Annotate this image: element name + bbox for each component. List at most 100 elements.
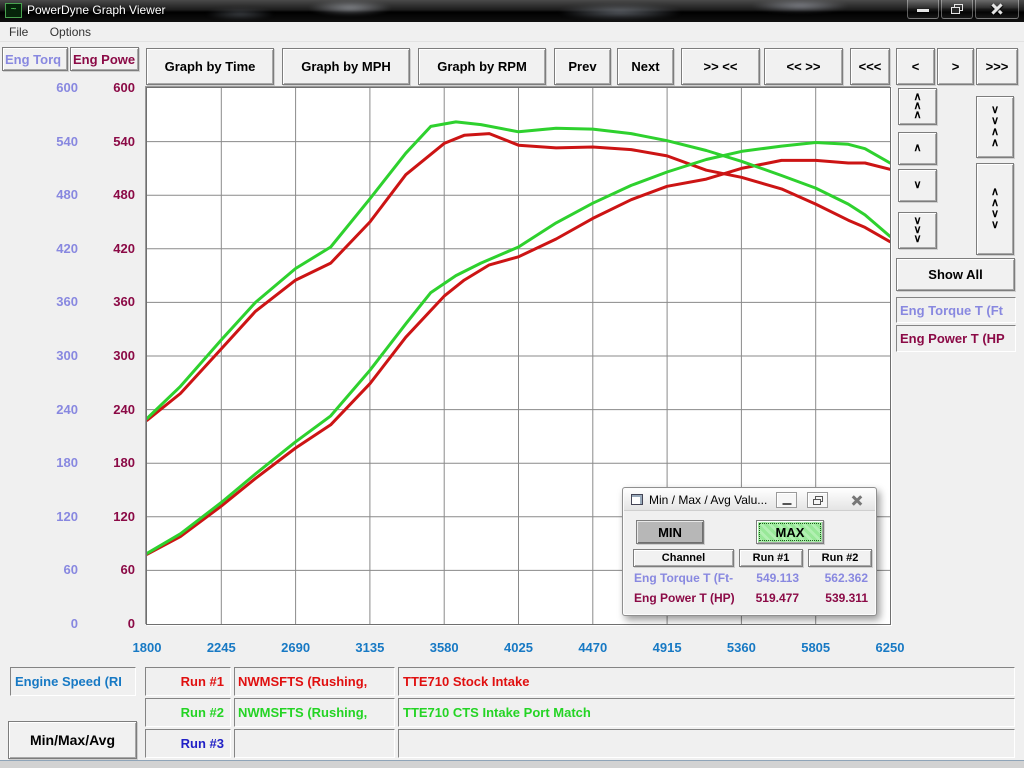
powerdyne-graph-viewer-window: ~ PowerDyne Graph Viewer File Options En…	[0, 0, 1024, 768]
minimize-icon	[782, 503, 791, 505]
run3-description[interactable]	[398, 729, 1015, 758]
y-axis-tick-power: 0	[93, 616, 135, 632]
scroll-up-button[interactable]: ∧	[898, 132, 937, 165]
min-toggle-button[interactable]: MIN	[636, 520, 704, 544]
y-axis-tick-torque: 180	[28, 455, 78, 471]
x-axis-tick-rpm: 5360	[709, 640, 773, 655]
y-axis-tick-power: 360	[93, 294, 135, 310]
y-axis-tick-power: 240	[93, 402, 135, 418]
y-axis-tick-torque: 540	[28, 134, 78, 150]
run1-label: Run #1	[145, 667, 231, 696]
scroll-down-button[interactable]: ∨	[898, 169, 937, 202]
x-channel-label[interactable]: Engine Speed (RI	[10, 667, 136, 696]
restore-icon	[951, 4, 963, 14]
graph-by-rpm-button[interactable]: Graph by RPM	[418, 48, 546, 85]
graph-by-time-button[interactable]: Graph by Time	[146, 48, 274, 85]
run1-description[interactable]: TTE710 Stock Intake	[398, 667, 1015, 696]
legend-torque-channel[interactable]: Eng Torque T (Ft	[896, 297, 1016, 323]
legend-power-channel[interactable]: Eng Power T (HP	[896, 325, 1016, 352]
run1-file[interactable]: NWMSFTS (Rushing,	[234, 667, 395, 696]
compress-vertical-button[interactable]: ∨ ∨ ∧ ∧	[976, 96, 1014, 158]
x-axis-tick-rpm: 4915	[635, 640, 699, 655]
close-icon	[991, 3, 1004, 16]
run3-label: Run #3	[145, 729, 231, 758]
next-button[interactable]: Next	[617, 48, 674, 85]
x-axis-tick-rpm: 5805	[784, 640, 848, 655]
pan-far-right-button[interactable]: >>>	[976, 48, 1018, 85]
y-axis-tick-power: 300	[93, 348, 135, 364]
minimize-icon	[917, 9, 929, 12]
show-all-button[interactable]: Show All	[896, 258, 1015, 291]
pan-right-button[interactable]: >	[937, 48, 974, 85]
y-axis-tick-power: 480	[93, 187, 135, 203]
y-axis-tick-torque: 0	[28, 616, 78, 632]
title-bar[interactable]: ~ PowerDyne Graph Viewer	[0, 0, 1024, 22]
axis-button-torque[interactable]: Eng Torq	[2, 47, 68, 71]
close-button[interactable]	[975, 0, 1019, 19]
run2-file[interactable]: NWMSFTS (Rushing,	[234, 698, 395, 727]
minmax-title-bar[interactable]: Min / Max / Avg Valu...	[624, 489, 875, 511]
app-icon: ~	[5, 3, 22, 18]
power-max-run1: 519.477	[739, 591, 799, 605]
window-bottom-frame	[0, 760, 1024, 768]
restore-button[interactable]	[941, 0, 973, 19]
graph-by-mph-button[interactable]: Graph by MPH	[282, 48, 410, 85]
max-toggle-button[interactable]: MAX	[756, 520, 824, 544]
minmax-avg-button[interactable]: Min/Max/Avg	[8, 721, 137, 759]
x-axis-tick-rpm: 4025	[487, 640, 551, 655]
scroll-up-fast-button[interactable]: ∧ ∧ ∧	[898, 88, 937, 125]
y-axis-tick-torque: 60	[28, 562, 78, 578]
y-axis-tick-torque: 420	[28, 241, 78, 257]
minmax-minimize-button[interactable]	[776, 492, 797, 508]
menu-options[interactable]: Options	[41, 22, 100, 42]
x-axis-tick-rpm: 3580	[412, 640, 476, 655]
run2-description[interactable]: TTE710 CTS Intake Port Match	[398, 698, 1015, 727]
column-header-channel[interactable]: Channel	[633, 549, 734, 567]
run3-file[interactable]	[234, 729, 395, 758]
y-axis-tick-torque: 240	[28, 402, 78, 418]
x-axis-tick-rpm: 2245	[189, 640, 253, 655]
restore-icon	[813, 496, 823, 505]
torque-max-run2: 562.362	[808, 571, 868, 585]
minmax-window-icon	[631, 494, 643, 505]
axis-button-power[interactable]: Eng Powe	[70, 47, 139, 71]
window-title: PowerDyne Graph Viewer	[27, 3, 166, 17]
channel-name: Eng Torque T (Ft-	[634, 571, 738, 585]
channel-name: Eng Power T (HP)	[634, 591, 738, 605]
y-axis-tick-power: 120	[93, 509, 135, 525]
column-header-run1[interactable]: Run #1	[739, 549, 803, 567]
pan-left-button[interactable]: <	[896, 48, 935, 85]
prev-button[interactable]: Prev	[554, 48, 611, 85]
x-axis-tick-rpm: 4470	[561, 640, 625, 655]
run2-label: Run #2	[145, 698, 231, 727]
expand-vertical-button[interactable]: ∧ ∧ ∨ ∨	[976, 163, 1014, 255]
y-axis-tick-torque: 120	[28, 509, 78, 525]
minmax-window-title: Min / Max / Avg Valu...	[649, 493, 767, 507]
y-axis-tick-power: 180	[93, 455, 135, 471]
minmax-window[interactable]: Min / Max / Avg Valu... MIN MAX Channel …	[622, 487, 877, 616]
pan-far-left-button[interactable]: <<<	[850, 48, 890, 85]
close-icon	[851, 494, 863, 506]
x-axis-tick-rpm: 2690	[264, 640, 328, 655]
x-axis-tick-rpm: 1800	[115, 640, 179, 655]
x-axis-tick-rpm: 6250	[858, 640, 922, 655]
y-axis-tick-power: 60	[93, 562, 135, 578]
y-axis-tick-torque: 600	[28, 80, 78, 96]
x-axis-tick-rpm: 3135	[338, 640, 402, 655]
minimize-button[interactable]	[907, 0, 939, 19]
y-axis-tick-power: 600	[93, 80, 135, 96]
y-axis-tick-torque: 300	[28, 348, 78, 364]
power-max-run2: 539.311	[808, 591, 868, 605]
scroll-down-fast-button[interactable]: ∨ ∨ ∨	[898, 212, 937, 249]
y-axis-tick-torque: 360	[28, 294, 78, 310]
column-header-run2[interactable]: Run #2	[808, 549, 872, 567]
minmax-close-button[interactable]	[846, 492, 867, 508]
zoom-in-button[interactable]: >> <<	[681, 48, 760, 85]
minmax-restore-button[interactable]	[807, 492, 828, 508]
menu-file[interactable]: File	[0, 22, 37, 42]
y-axis-tick-power: 420	[93, 241, 135, 257]
menu-bar: File Options	[0, 22, 1024, 42]
zoom-out-button[interactable]: << >>	[764, 48, 843, 85]
y-axis-tick-power: 540	[93, 134, 135, 150]
y-axis-tick-torque: 480	[28, 187, 78, 203]
